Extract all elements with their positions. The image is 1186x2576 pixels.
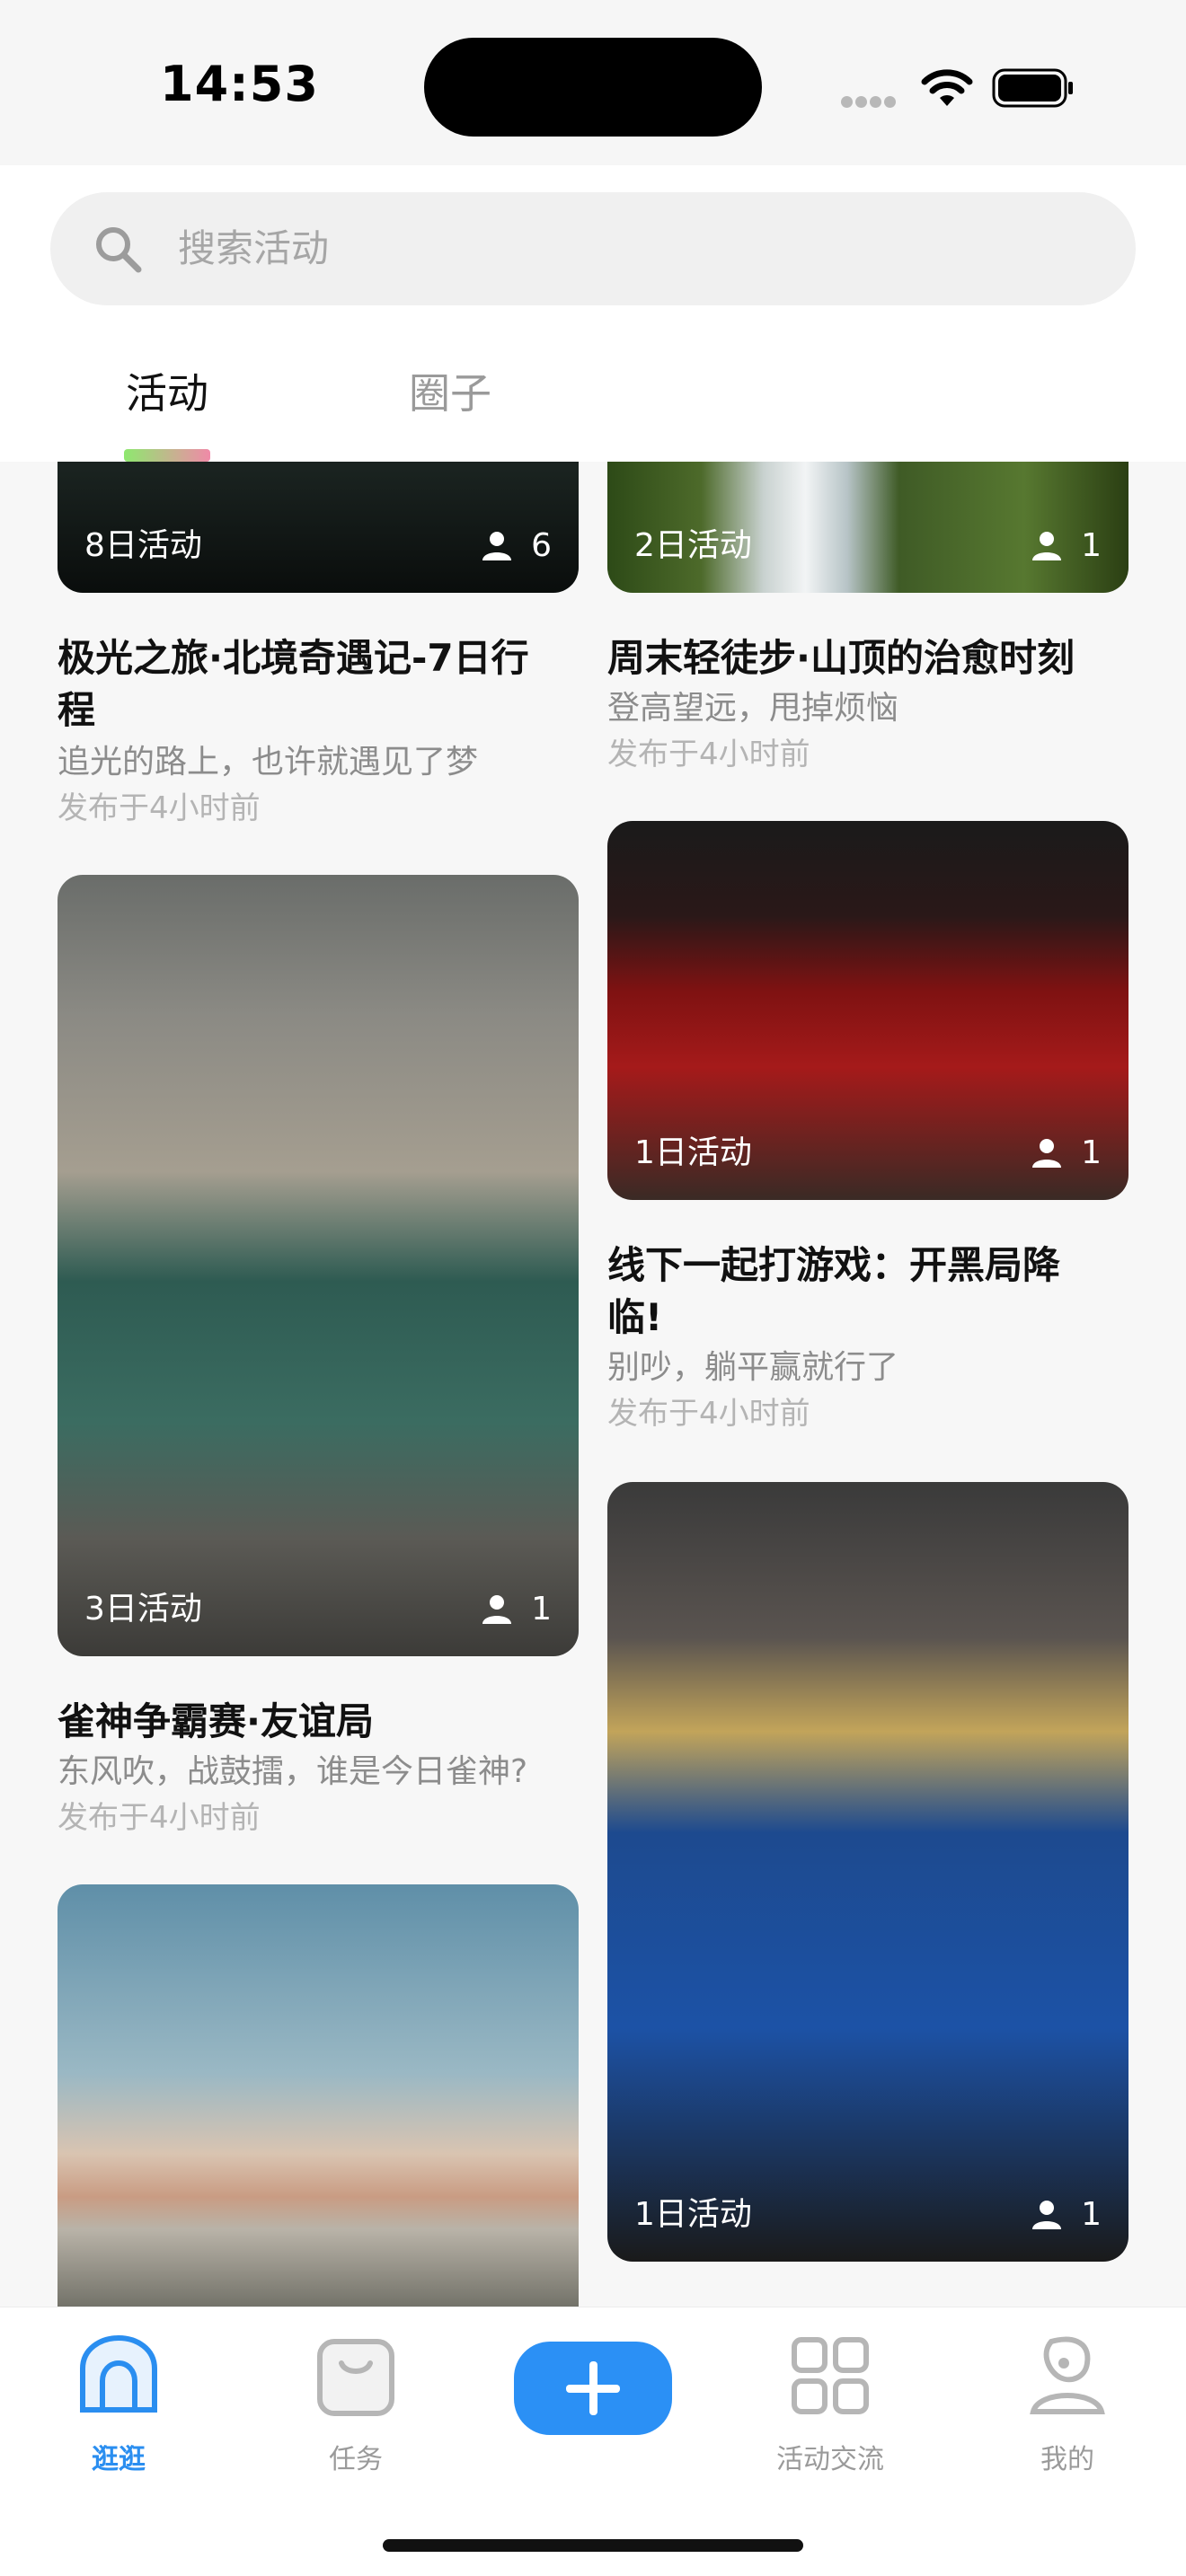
card-title-line: 临! [607, 1295, 663, 1339]
create-activity-button[interactable] [514, 2342, 672, 2435]
status-time: 14:53 [160, 56, 319, 112]
person-icon [1032, 532, 1062, 560]
activity-duration: 3日活动 [84, 1591, 202, 1628]
card-image-waterfall[interactable]: 2日活动 1 [607, 462, 1128, 593]
nav-home-label: 逛逛 [92, 2444, 146, 2475]
tab-activities[interactable]: 活动 [126, 366, 208, 420]
participant-count-value: 1 [1081, 2196, 1102, 2233]
card-title[interactable]: 周末轻徒步·山顶的治愈时刻 [607, 632, 1128, 684]
person-icon [482, 1595, 512, 1624]
card-subtitle: 东风吹，战鼓擂，谁是今日雀神? [58, 1753, 528, 1790]
nav-profile-label: 我的 [1040, 2444, 1094, 2475]
card-title-line: 极光之旅·北境奇遇记-7日行 [58, 636, 529, 680]
bag-icon [317, 2339, 394, 2416]
card-meta: 发布于4小时前 [58, 790, 261, 826]
participant-count: 1 [481, 1590, 552, 1629]
card-image-gaming[interactable]: 1日活动 1 [607, 821, 1128, 1200]
card-subtitle: 别吵，躺平赢就行了 [607, 1349, 899, 1386]
participant-count-value: 1 [1081, 1134, 1102, 1171]
header: 搜索活动 活动 圈子 [0, 165, 1186, 462]
person-icon [1032, 1139, 1062, 1168]
activity-duration: 8日活动 [84, 527, 202, 564]
card-image-hotpot[interactable]: 1日活动 1 [607, 1482, 1128, 2262]
battery-icon [992, 68, 1073, 108]
cellular-signal-icon [841, 94, 902, 108]
search-icon [96, 227, 142, 273]
card-title[interactable]: 雀神争霸赛·友谊局 [58, 1696, 579, 1748]
nav-home[interactable]: 逛逛 [29, 2333, 208, 2476]
card-image-aurora[interactable]: 8日活动 6 [58, 462, 579, 593]
home-indicator [383, 2539, 803, 2552]
card-title[interactable]: 线下一起打游戏：开黑局降 临! [607, 1239, 1128, 1344]
card-title[interactable]: 极光之旅·北境奇遇记-7日行 程 [58, 632, 579, 737]
card-title-line: 线下一起打游戏：开黑局降 [607, 1243, 1061, 1287]
participant-count: 1 [1031, 1134, 1102, 1173]
search-placeholder: 搜索活动 [178, 226, 330, 270]
card-subtitle: 追光的路上，也许就遇见了梦 [58, 744, 479, 781]
card-meta: 发布于4小时前 [58, 1800, 261, 1836]
profile-icon [1030, 2336, 1105, 2414]
card-image-mountain[interactable] [58, 1884, 579, 2307]
nav-tasks[interactable]: 任务 [266, 2333, 446, 2476]
participant-count: 1 [1031, 2195, 1102, 2235]
card-meta: 发布于4小时前 [607, 1396, 810, 1432]
nav-tasks-label: 任务 [329, 2444, 383, 2475]
nav-profile[interactable]: 我的 [978, 2333, 1157, 2476]
card-title-line: 程 [58, 688, 96, 732]
participant-count: 1 [1031, 526, 1102, 566]
card-meta: 发布于4小时前 [607, 737, 810, 772]
participant-count-value: 1 [1081, 527, 1102, 564]
activity-duration: 1日活动 [634, 2196, 752, 2233]
tab-circles[interactable]: 圈子 [409, 366, 491, 420]
home-icon [80, 2334, 157, 2413]
person-icon [482, 532, 512, 560]
activity-feed[interactable]: 8日活动 6 极光之旅·北境奇遇记-7日行 程 追光的路上，也许就遇见了梦 发布… [0, 462, 1186, 2307]
nav-activity-chat-label: 活动交流 [776, 2444, 884, 2475]
participant-count-value: 6 [531, 527, 552, 564]
card-image-mahjong[interactable]: 3日活动 1 [58, 875, 579, 1656]
activity-duration: 2日活动 [634, 527, 752, 564]
status-bar: 14:53 [0, 0, 1186, 165]
activity-duration: 1日活动 [634, 1134, 752, 1171]
nav-activity-chat[interactable]: 活动交流 [740, 2333, 920, 2476]
tab-underline [124, 449, 210, 462]
bottom-tab-bar: 逛逛 任务 活动交流 我的 [0, 2307, 1186, 2576]
participant-count-value: 1 [531, 1591, 552, 1628]
card-subtitle: 登高望远，甩掉烦恼 [607, 690, 899, 727]
person-icon [1032, 2201, 1062, 2229]
search-bar[interactable]: 搜索活动 [50, 192, 1136, 305]
participant-count: 6 [481, 526, 552, 566]
dynamic-island [424, 38, 762, 137]
grid-icon [792, 2337, 869, 2414]
wifi-icon [921, 69, 973, 106]
